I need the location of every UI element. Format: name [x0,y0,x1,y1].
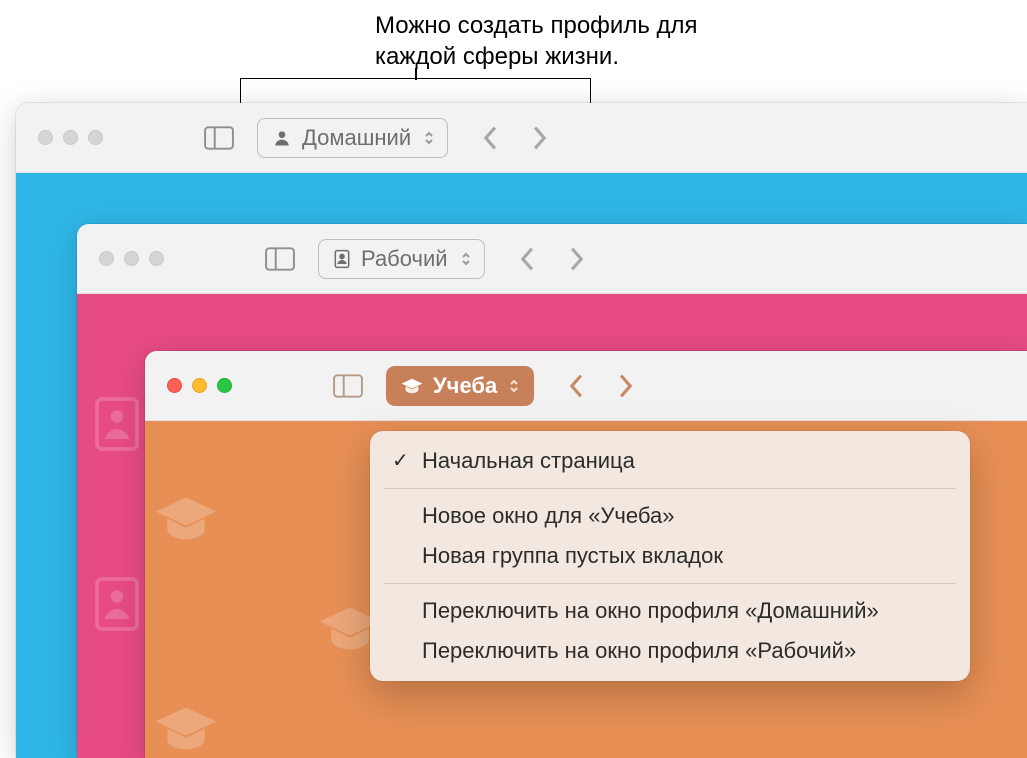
profile-label: Домашний [302,125,411,151]
menu-label: Начальная страница [422,448,635,473]
maximize-icon[interactable] [217,378,232,393]
menu-item-switch-work[interactable]: Переключить на окно профиля «Рабочий» [370,631,970,671]
toolbar-study: Учеба [145,351,1027,421]
close-icon[interactable] [38,130,53,145]
minimize-icon[interactable] [63,130,78,145]
traffic-lights[interactable] [38,130,103,145]
maximize-icon[interactable] [149,251,164,266]
person-icon [272,128,292,148]
chevron-updown-icon [421,130,437,146]
graduation-cap-icon [400,376,424,396]
menu-separator [384,583,956,584]
callout-line1: Можно создать профиль для [375,12,698,39]
profile-label: Учеба [433,373,497,399]
traffic-lights[interactable] [167,378,232,393]
window-study: Учеба Начальная страница Новое окно для … [145,351,1027,758]
nav-arrows [482,125,548,151]
menu-separator [384,488,956,489]
toolbar-home: Домашний [16,103,1027,173]
sidebar-toggle[interactable] [260,242,300,276]
callout-line2: каждой сферы жизни. [375,43,619,70]
forward-button[interactable] [530,125,548,151]
menu-item-start-page[interactable]: Начальная страница [370,441,970,481]
sidebar-toggle[interactable] [199,121,239,155]
close-icon[interactable] [167,378,182,393]
menu-label: Переключить на окно профиля «Домашний» [422,598,879,623]
menu-label: Новое окно для «Учеба» [422,503,674,528]
callout-text: Можно создать профиль для каждой сферы ж… [375,10,698,72]
profile-selector-work[interactable]: Рабочий [318,239,485,279]
sidebar-toggle[interactable] [328,369,368,403]
nav-arrows [568,373,634,399]
menu-item-new-tab-group[interactable]: Новая группа пустых вкладок [370,536,970,576]
toolbar-work: Рабочий [77,224,1027,294]
minimize-icon[interactable] [124,251,139,266]
back-button[interactable] [519,246,537,272]
forward-button[interactable] [616,373,634,399]
callout-connector [240,78,591,103]
minimize-icon[interactable] [192,378,207,393]
traffic-lights[interactable] [99,251,164,266]
forward-button[interactable] [567,246,585,272]
back-button[interactable] [568,373,586,399]
profile-selector-study[interactable]: Учеба [386,366,534,406]
badge-icon [333,249,351,269]
back-button[interactable] [482,125,500,151]
chevron-updown-icon [506,378,522,394]
nav-arrows [519,246,585,272]
profile-dropdown-menu: Начальная страница Новое окно для «Учеба… [370,431,970,681]
menu-label: Переключить на окно профиля «Рабочий» [422,638,856,663]
maximize-icon[interactable] [88,130,103,145]
profile-label: Рабочий [361,246,448,272]
menu-item-switch-home[interactable]: Переключить на окно профиля «Домашний» [370,591,970,631]
profile-selector-home[interactable]: Домашний [257,118,448,158]
menu-item-new-window[interactable]: Новое окно для «Учеба» [370,496,970,536]
chevron-updown-icon [458,251,474,267]
close-icon[interactable] [99,251,114,266]
menu-label: Новая группа пустых вкладок [422,543,723,568]
